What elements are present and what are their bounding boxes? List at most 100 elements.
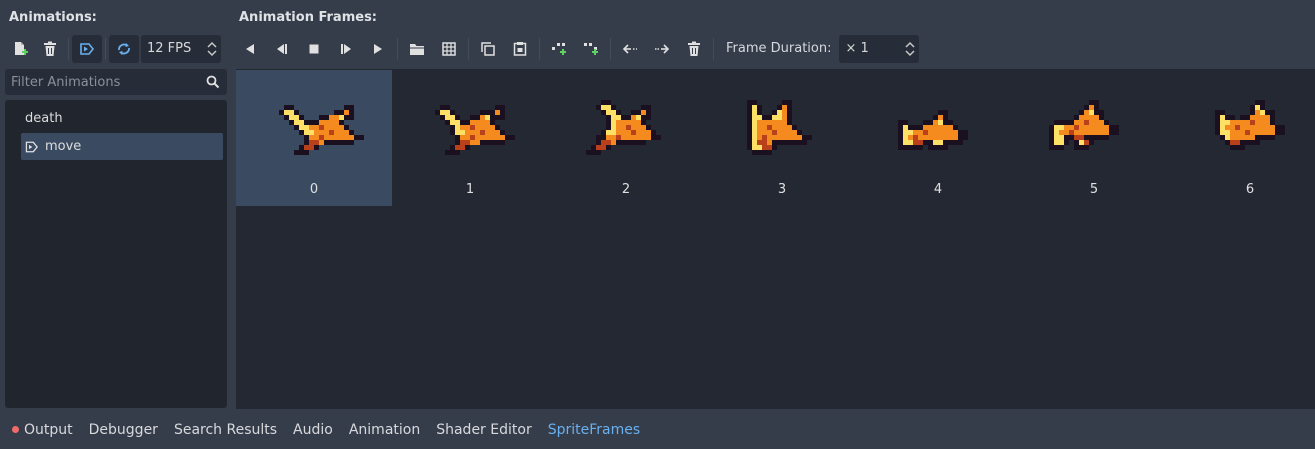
spin-arrows-icon[interactable]: [905, 40, 916, 58]
animation-item-death[interactable]: death: [21, 105, 223, 132]
delete-frame-button[interactable]: [678, 35, 710, 63]
tab-label: Animation: [348, 421, 421, 438]
animation-item-move[interactable]: move: [21, 133, 223, 160]
stop-button[interactable]: [298, 35, 330, 63]
sprite-frame-thumbnail: [898, 110, 968, 150]
fps-spinbox[interactable]: 12 FPS: [141, 34, 221, 63]
copy-frame-button[interactable]: [472, 35, 504, 63]
load-sprite-sheet-button[interactable]: [433, 35, 465, 63]
frame-index-label: 2: [621, 182, 631, 197]
animation-frames-title: Animation Frames:: [239, 10, 378, 25]
frame-index-label: 0: [309, 182, 319, 197]
sprite-frame-thumbnail: [279, 105, 364, 155]
tab-label: Output: [24, 421, 73, 438]
frames-toolbar: Frame Duration: × 1: [234, 33, 1315, 64]
sprite-frame-thumbnail: [747, 100, 812, 155]
search-icon: [206, 75, 220, 89]
animation-name: death: [25, 111, 63, 126]
tab-label: Shader Editor: [436, 421, 532, 438]
tab-shader-editor[interactable]: Shader Editor: [436, 422, 531, 438]
tab-audio[interactable]: Audio: [293, 422, 333, 438]
autoplay-toggle[interactable]: [72, 34, 102, 63]
move-left-icon: [622, 43, 637, 54]
paste-frame-button[interactable]: [504, 35, 536, 63]
frame-cell-1[interactable]: 1: [392, 70, 548, 206]
play-button[interactable]: [362, 35, 394, 63]
sprite-frame-thumbnail: [1215, 100, 1285, 150]
bottom-panel-tabs: Output Debugger Search Results Audio Ani…: [0, 410, 1315, 449]
sprite-frame-thumbnail: [435, 105, 515, 155]
frame-index-label: 4: [933, 182, 943, 197]
toolbar-separator: [713, 37, 714, 60]
error-dot-icon: [12, 426, 19, 433]
animations-title: Animations:: [9, 10, 97, 25]
toolbar-separator: [539, 37, 540, 60]
insert-after-icon: [584, 42, 598, 55]
paste-icon: [513, 42, 527, 56]
toolbar-separator: [105, 37, 106, 60]
new-file-icon: [15, 41, 28, 55]
tab-label: Audio: [293, 421, 333, 438]
tab-spriteframes[interactable]: SpriteFrames: [548, 422, 640, 438]
autoplay-icon: [25, 141, 39, 153]
tab-label: SpriteFrames: [547, 421, 641, 438]
frame-cell-5[interactable]: 5: [1016, 70, 1172, 206]
frames-grid: 0 1 2 3 4 5 6: [236, 69, 1315, 409]
frame-index-label: 5: [1089, 182, 1099, 197]
frame-cell-6[interactable]: 6: [1172, 70, 1315, 206]
sprite-frame-thumbnail: [586, 100, 661, 155]
insert-frame-before-button[interactable]: [543, 35, 575, 63]
animation-name: move: [45, 139, 82, 154]
play-icon: [374, 43, 382, 54]
insert-frame-after-button[interactable]: [575, 35, 607, 63]
folder-icon: [410, 43, 424, 55]
tab-debugger[interactable]: Debugger: [89, 422, 158, 438]
copy-icon: [481, 41, 495, 56]
tab-label: Debugger: [88, 421, 158, 438]
frame-cell-3[interactable]: 3: [704, 70, 860, 206]
grid-icon: [442, 41, 456, 56]
toolbar-separator: [610, 37, 611, 60]
fps-value: 12 FPS: [147, 41, 192, 56]
animations-toolbar: 12 FPS: [5, 33, 232, 64]
frame-cell-2[interactable]: 2: [548, 70, 704, 206]
play-backwards-icon: [246, 43, 254, 54]
filter-animations-input[interactable]: [5, 74, 200, 90]
tab-animation[interactable]: Animation: [349, 422, 420, 438]
frame-index-label: 3: [777, 182, 787, 197]
toolbar-separator: [397, 37, 398, 60]
play-backwards-from-end-button[interactable]: [234, 35, 266, 63]
tab-label: Search Results: [173, 421, 278, 438]
spin-arrows-icon[interactable]: [207, 40, 217, 58]
move-frame-right-button[interactable]: [646, 35, 678, 63]
frame-cell-0[interactable]: 0: [236, 70, 392, 206]
toolbar-separator: [468, 37, 469, 60]
frame-duration-value: × 1: [845, 41, 869, 56]
play-from-start-button[interactable]: [330, 35, 362, 63]
move-right-icon: [655, 43, 670, 54]
frame-duration-label: Frame Duration:: [726, 41, 832, 56]
loop-icon: [118, 42, 130, 55]
toolbar-separator: [68, 37, 69, 60]
filter-animations-box: [5, 69, 227, 95]
loop-toggle[interactable]: [109, 34, 139, 63]
load-frames-button[interactable]: [401, 35, 433, 63]
animation-list: death move: [5, 100, 227, 408]
trash-icon: [44, 41, 56, 56]
delete-animation-button[interactable]: [35, 35, 65, 63]
trash-icon: [688, 41, 700, 56]
animations-panel: Animations: 12 FPS Filter Animations dea…: [0, 0, 232, 410]
play-backwards-start-icon: [277, 43, 287, 54]
new-animation-button[interactable]: [5, 35, 35, 63]
insert-before-icon: [552, 42, 566, 55]
tab-search-results[interactable]: Search Results: [174, 422, 277, 438]
move-frame-left-button[interactable]: [614, 35, 646, 63]
autoplay-icon: [80, 42, 95, 55]
tab-output[interactable]: Output: [12, 422, 73, 438]
frame-cell-4[interactable]: 4: [860, 70, 1016, 206]
frame-index-label: 1: [465, 182, 475, 197]
stop-icon: [309, 44, 319, 53]
frame-duration-spinbox[interactable]: × 1: [839, 34, 920, 63]
play-start-icon: [341, 43, 351, 54]
play-backwards-button[interactable]: [266, 35, 298, 63]
